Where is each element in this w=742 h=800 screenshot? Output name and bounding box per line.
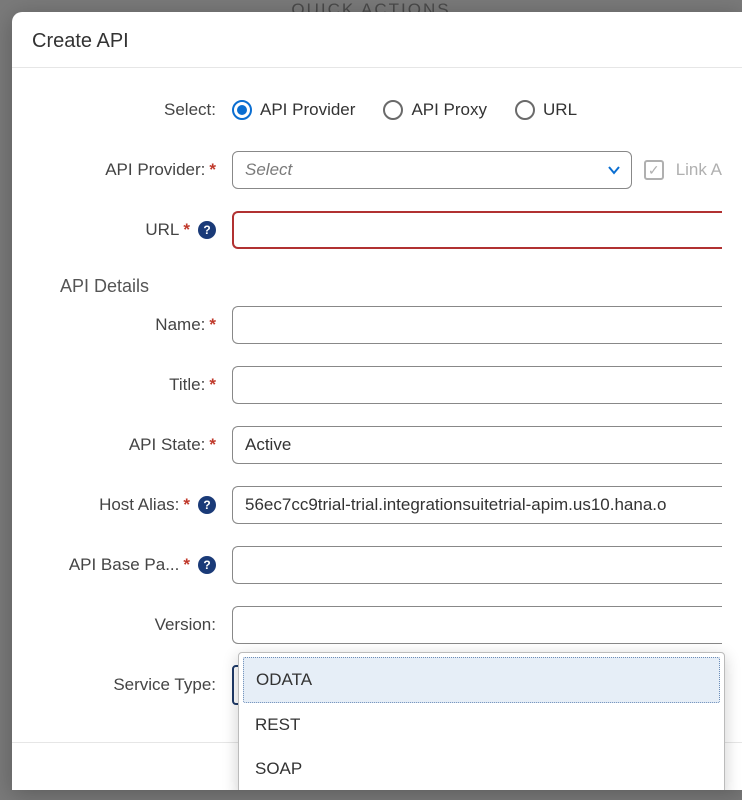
radio-api-proxy[interactable]: API Proxy [383, 100, 487, 120]
radio-label-api-provider: API Provider [260, 100, 355, 120]
radio-circle-icon [515, 100, 535, 120]
label-name: Name: * [32, 315, 222, 335]
dropdown-item-odata[interactable]: ODATA [243, 657, 720, 703]
required-icon: * [209, 375, 216, 395]
control-base-path [222, 546, 722, 584]
api-provider-placeholder: Select [245, 160, 292, 180]
required-icon: * [183, 495, 190, 515]
host-alias-input[interactable] [232, 486, 722, 524]
required-icon: * [183, 220, 190, 240]
label-service-type: Service Type: [32, 675, 222, 695]
label-base-path-text: API Base Pa... [69, 555, 180, 575]
row-name: Name: * [12, 305, 742, 345]
radio-circle-icon [232, 100, 252, 120]
row-version: Version: [12, 605, 742, 645]
label-version-text: Version: [155, 615, 216, 635]
chevron-down-icon [607, 163, 621, 177]
row-api-provider: API Provider: * Select ✓ Link A [12, 150, 742, 190]
required-icon: * [209, 435, 216, 455]
row-select-type: Select: API Provider API Proxy URL [12, 90, 742, 130]
link-api-checkbox[interactable]: ✓ [644, 160, 664, 180]
label-api-state: API State: * [32, 435, 222, 455]
label-title-text: Title: [169, 375, 205, 395]
name-input[interactable] [232, 306, 722, 344]
api-state-input[interactable] [232, 426, 722, 464]
control-name [222, 306, 722, 344]
label-version: Version: [32, 615, 222, 635]
url-input[interactable] [232, 211, 722, 249]
dialog-title: Create API [12, 12, 742, 68]
control-api-provider: Select ✓ Link A [222, 151, 722, 189]
service-type-dropdown: ODATA REST SOAP [238, 652, 725, 790]
base-path-input[interactable] [232, 546, 722, 584]
api-provider-select[interactable]: Select [232, 151, 632, 189]
required-icon: * [209, 315, 216, 335]
label-host-alias-text: Host Alias: [99, 495, 179, 515]
radio-circle-icon [383, 100, 403, 120]
create-api-dialog: Create API Select: API Provider API Prox… [12, 12, 742, 790]
label-api-provider: API Provider: * [32, 160, 222, 180]
control-version [222, 606, 722, 644]
dropdown-item-soap[interactable]: SOAP [243, 747, 720, 790]
control-host-alias [222, 486, 722, 524]
row-api-state: API State: * [12, 425, 742, 465]
radio-api-provider[interactable]: API Provider [232, 100, 355, 120]
label-host-alias: Host Alias: * ? [32, 495, 222, 515]
radio-label-url: URL [543, 100, 577, 120]
label-service-type-text: Service Type: [113, 675, 216, 695]
label-name-text: Name: [155, 315, 205, 335]
help-icon[interactable]: ? [198, 221, 216, 239]
label-api-state-text: API State: [129, 435, 206, 455]
label-select-text: Select: [164, 100, 216, 120]
required-icon: * [183, 555, 190, 575]
label-select: Select: [32, 100, 222, 120]
control-url [222, 211, 722, 249]
row-host-alias: Host Alias: * ? [12, 485, 742, 525]
link-api-label: Link A [676, 160, 722, 180]
label-url-text: URL [145, 220, 179, 240]
label-api-provider-text: API Provider: [105, 160, 205, 180]
help-icon[interactable]: ? [198, 556, 216, 574]
row-title: Title: * [12, 365, 742, 405]
required-icon: * [209, 160, 216, 180]
radio-url[interactable]: URL [515, 100, 577, 120]
title-input[interactable] [232, 366, 722, 404]
version-input[interactable] [232, 606, 722, 644]
radio-label-api-proxy: API Proxy [411, 100, 487, 120]
row-base-path: API Base Pa... * ? [12, 545, 742, 585]
dialog-body: Select: API Provider API Proxy URL [12, 68, 742, 742]
help-icon[interactable]: ? [198, 496, 216, 514]
label-base-path: API Base Pa... * ? [32, 555, 222, 575]
row-url: URL * ? [12, 210, 742, 250]
label-url: URL * ? [32, 220, 222, 240]
radio-group-select: API Provider API Proxy URL [222, 100, 722, 120]
control-api-state [222, 426, 722, 464]
control-title [222, 366, 722, 404]
section-api-details: API Details [12, 270, 742, 305]
dropdown-item-rest[interactable]: REST [243, 703, 720, 747]
label-title: Title: * [32, 375, 222, 395]
